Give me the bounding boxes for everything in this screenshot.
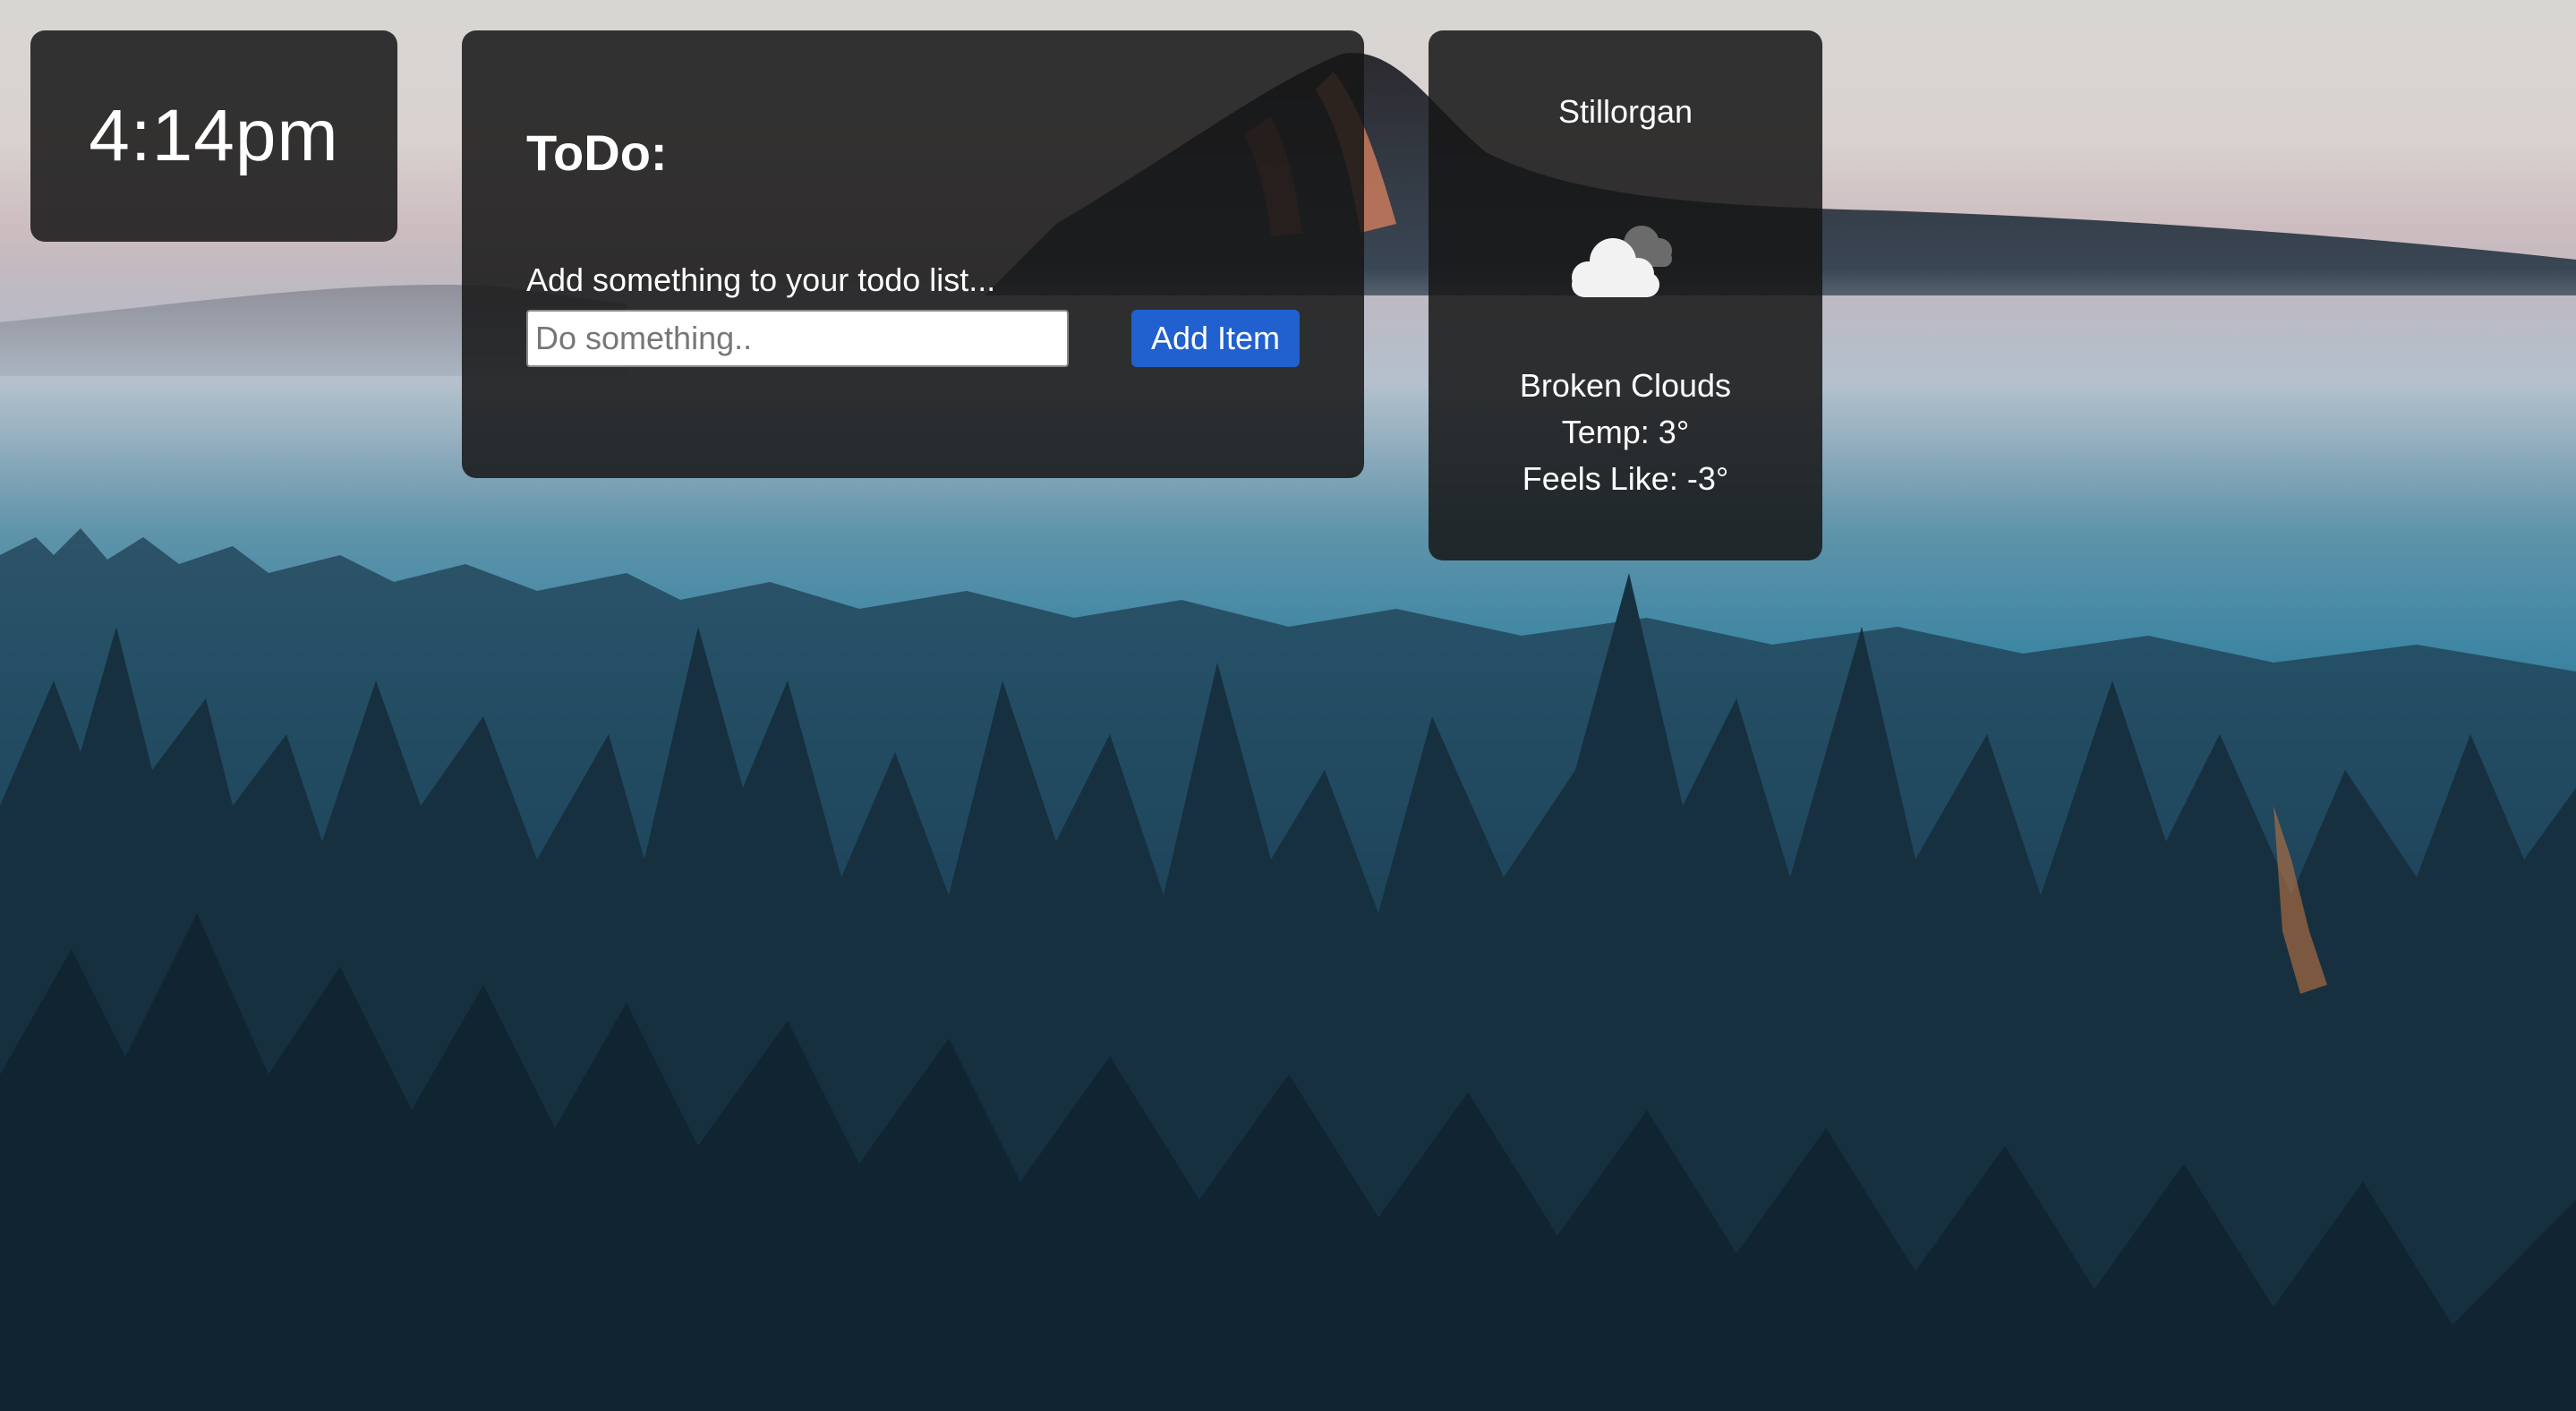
broken-clouds-icon (1572, 226, 1672, 297)
clock-time: 4:14pm (89, 95, 339, 176)
todo-prompt: Add something to your todo list... (526, 261, 996, 298)
weather-feels-like: Feels Like: -3° (1522, 460, 1729, 497)
clock-widget: 4:14pm (30, 30, 397, 242)
todo-title: ToDo: (526, 124, 668, 181)
todo-widget: ToDo: Add something to your todo list...… (462, 30, 1364, 478)
weather-temperature: Temp: 3° (1561, 414, 1690, 450)
add-item-button[interactable]: Add Item (1131, 310, 1300, 367)
weather-location: Stillorgan (1557, 93, 1693, 130)
weather-widget: Stillorgan Broken Clouds Temp: 3° Feels … (1429, 30, 1822, 560)
weather-description: Broken Clouds (1519, 367, 1732, 404)
todo-input[interactable] (526, 310, 1069, 367)
